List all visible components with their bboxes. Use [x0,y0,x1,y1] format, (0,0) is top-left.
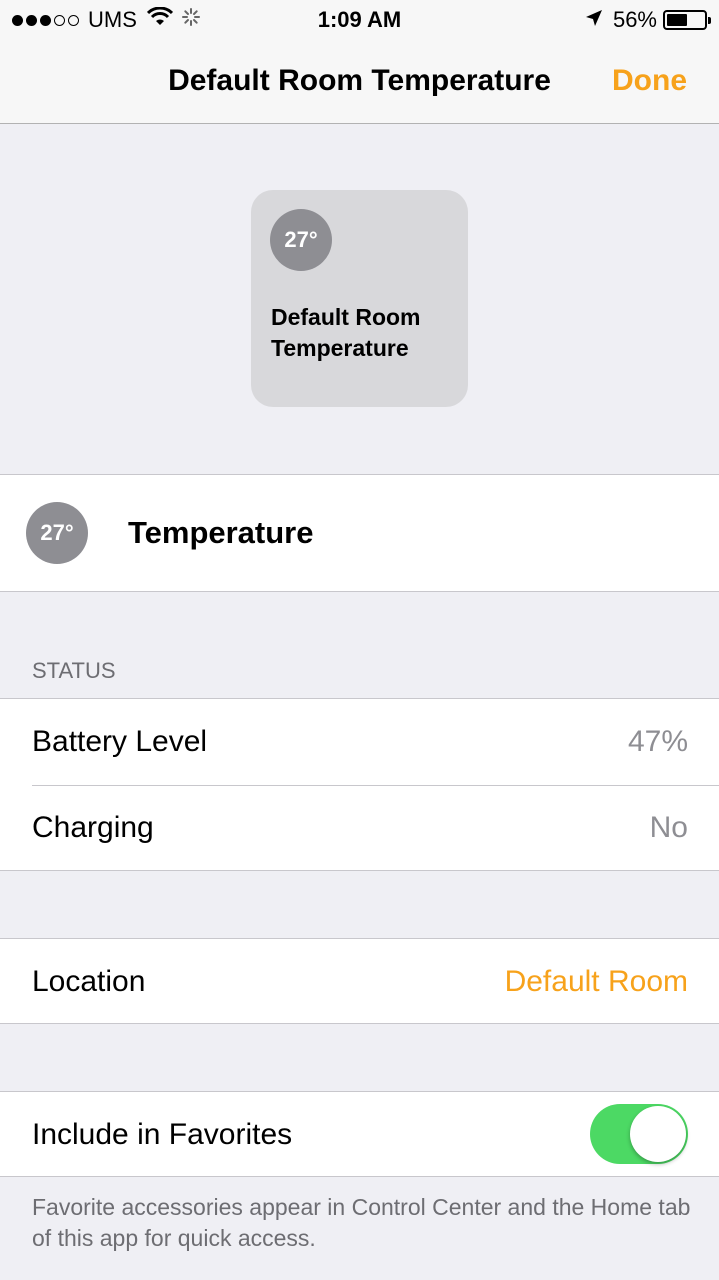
location-value[interactable]: Default Room [505,965,688,999]
status-group: Battery Level 47% Charging No [0,698,719,871]
location-group: Location Default Room [0,938,719,1024]
favorites-footnote: Favorite accessories appear in Control C… [32,1194,691,1251]
toggle-knob[interactable] [630,1106,686,1162]
temperature-service-row[interactable]: 27° Temperature [0,474,719,592]
temperature-badge-icon: 27° [270,209,332,271]
status-section-header: STATUS [32,658,116,683]
charging-label: Charging [32,811,154,844]
accessory-tile-name: Default Room Temperature [271,304,421,361]
screen: UMS 1:09 AM 56% Default Room Temperature… [0,0,719,1280]
battery-level-label: Battery Level [32,725,208,758]
temperature-badge-icon: 27° [26,502,88,564]
charging-row: Charging No [0,785,719,871]
favorites-toggle[interactable] [590,1104,688,1164]
favorites-row: Include in Favorites [0,1092,719,1178]
battery-percentage: 56% [612,7,657,32]
location-row[interactable]: Location Default Room [0,939,719,1025]
battery-fill [667,14,687,26]
navigation-bar: Default Room Temperature Done [0,40,719,124]
battery-nub [708,17,711,24]
battery-level-value: 47% [627,725,688,758]
favorites-label: Include in Favorites [32,1118,293,1151]
accessory-tile[interactable]: 27° Default Room Temperature [251,190,468,407]
location-arrow-icon [585,7,603,33]
status-right: 56% [585,7,711,33]
battery-icon [663,10,711,30]
favorites-group: Include in Favorites [0,1091,719,1177]
status-bar: UMS 1:09 AM 56% [0,0,719,40]
service-label: Temperature [128,515,314,550]
location-label: Location [32,965,146,998]
done-button[interactable]: Done [612,64,687,98]
charging-value: No [649,811,688,844]
battery-level-row: Battery Level 47% [0,699,719,786]
